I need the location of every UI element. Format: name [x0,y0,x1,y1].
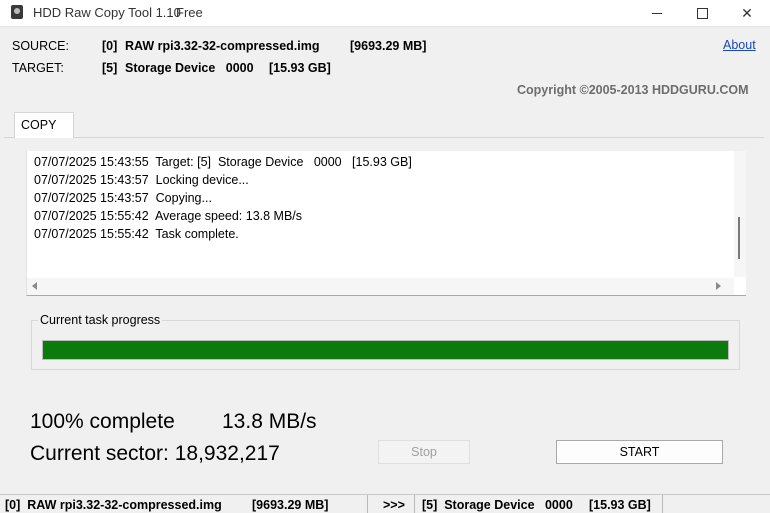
start-button[interactable]: START [556,440,723,464]
stop-button[interactable]: Stop [378,440,470,464]
log-line: 07/07/2025 15:55:42 Task complete. [34,227,239,241]
hdd-app-icon [11,5,23,19]
target-name: Storage Device 0000 [125,61,254,75]
copyright-text: Copyright ©2005-2013 HDDGURU.COM [517,83,749,97]
status-source: [0] RAW rpi3.32-32-compressed.img [5,498,222,512]
progress-group-label: Current task progress [38,313,163,327]
log-line: 07/07/2025 15:43:57 Locking device... [34,173,249,187]
close-icon: ✕ [741,4,753,21]
log-vertical-scrollbar[interactable] [734,151,746,277]
log-line: 07/07/2025 15:43:55 Target: [5] Storage … [34,155,412,169]
window-title: HDD Raw Copy Tool 1.10 [33,5,181,20]
log-horizontal-scrollbar[interactable] [27,278,734,295]
target-size: [15.93 GB] [269,61,331,75]
window-edition: Free [176,5,203,20]
log-list[interactable]: 07/07/2025 15:43:55 Target: [5] Storage … [26,151,746,296]
target-index: [5] [102,61,118,75]
progress-bar-fill [43,341,728,359]
status-bar: [0] RAW rpi3.32-32-compressed.img [9693.… [0,494,770,513]
minimize-button[interactable] [634,0,680,26]
percent-complete: 100% complete [30,410,175,433]
current-sector: Current sector: 18,932,217 [30,442,280,465]
source-label: SOURCE: [12,39,69,53]
close-button[interactable]: ✕ [724,0,770,26]
scrollbar-thumb[interactable] [738,217,740,259]
status-divider [414,495,415,513]
scroll-left-icon[interactable] [32,282,37,290]
maximize-button[interactable] [679,0,725,26]
about-link[interactable]: About [723,38,756,52]
status-divider [662,495,663,513]
status-divider [367,495,368,513]
scroll-right-icon[interactable] [716,282,721,290]
source-size: [9693.29 MB] [350,39,427,53]
progress-bar [42,340,729,360]
source-index: [0] [102,39,118,53]
log-line: 07/07/2025 15:55:42 Average speed: 13.8 … [34,209,303,223]
status-target-size: [15.93 GB] [589,498,651,512]
title-bar: HDD Raw Copy Tool 1.10 Free ✕ [0,0,770,27]
minimize-icon [652,12,662,14]
status-arrow: >>> [383,498,405,512]
transfer-speed: 13.8 MB/s [222,410,317,433]
status-source-size: [9693.29 MB] [252,498,329,512]
maximize-icon [696,7,708,19]
target-label: TARGET: [12,61,64,75]
tab-copy[interactable]: COPY [14,112,74,138]
source-name: RAW rpi3.32-32-compressed.img [125,39,320,53]
log-line: 07/07/2025 15:43:57 Copying... [34,191,212,205]
status-target: [5] Storage Device 0000 [422,498,573,512]
